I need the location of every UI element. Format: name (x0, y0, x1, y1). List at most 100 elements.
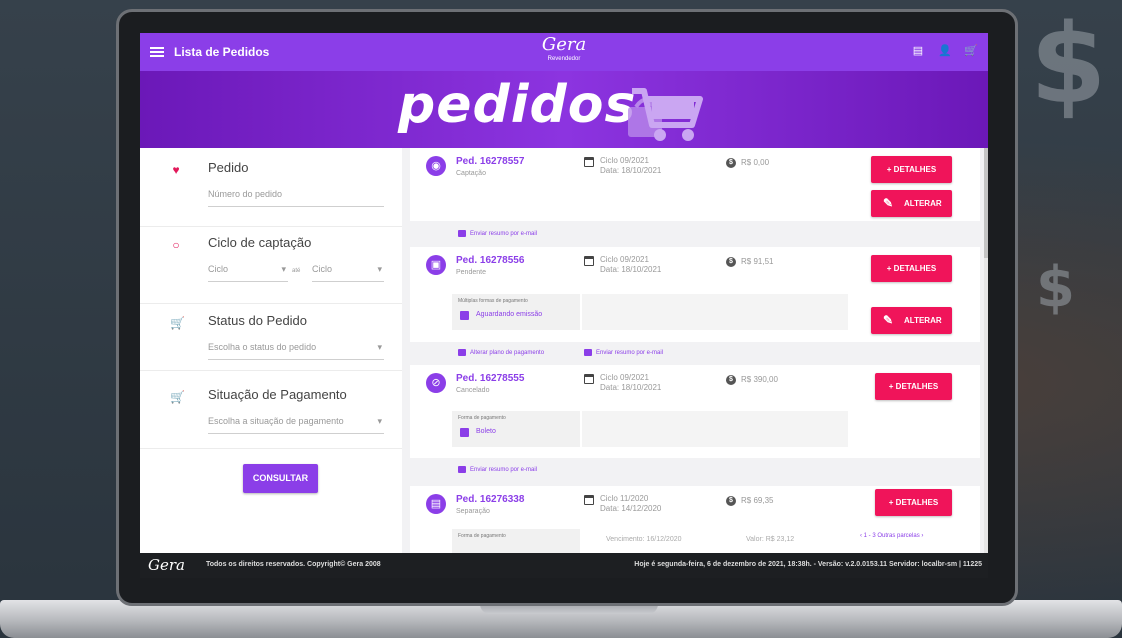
order-number-input[interactable]: Número do pedido (208, 189, 384, 207)
money-icon: $ (726, 158, 736, 168)
menu-icon[interactable] (150, 47, 164, 57)
scrollbar[interactable] (984, 148, 988, 553)
orders-list: ◉ Ped. 16278557 Captação Ciclo 09/2021 Da… (410, 148, 980, 553)
order-number[interactable]: Ped. 16278556 (456, 255, 524, 266)
basket-icon: ♥ (172, 163, 180, 177)
banner: pedidos (140, 71, 988, 148)
order-number[interactable]: Ped. 16276338 (456, 494, 524, 505)
money-icon: $ (726, 375, 736, 385)
divider (140, 226, 402, 227)
cart-icon[interactable]: 🛒 (964, 45, 978, 57)
order-status: Cancelado (456, 387, 490, 394)
calendar-icon (584, 157, 594, 167)
top-bar: Lista de Pedidos Gera Revendedor ▤ 👤 🛒 (140, 33, 988, 71)
pencil-icon: ✎ (883, 196, 894, 210)
app-logo[interactable]: Gera Revendedor (534, 35, 594, 63)
cart-icon (628, 88, 703, 141)
page-title: Lista de Pedidos (174, 45, 270, 59)
edit-button[interactable]: ✎ ALTERAR (871, 307, 952, 334)
chevron-down-icon: ▾ (281, 264, 286, 274)
order-number[interactable]: Ped. 16278557 (456, 156, 524, 167)
order-status: Captação (456, 170, 486, 177)
cart-off-icon: ⊘ (426, 373, 446, 393)
money-icon: $ (726, 496, 736, 506)
select-value: Escolha o status do pedido (208, 342, 317, 352)
email-icon (584, 349, 592, 356)
details-button[interactable]: + DETALHES (875, 489, 952, 516)
cycle-text: Ciclo 09/2021 (600, 156, 649, 165)
details-button[interactable]: + DETALHES (871, 156, 952, 183)
edit-button[interactable]: ✎ ALTERAR (871, 190, 952, 217)
cycle-from-select[interactable]: Ciclo ▾ (208, 264, 288, 282)
filter-label: Ciclo de captação (208, 235, 312, 250)
date-text: Data: 18/10/2021 (600, 265, 662, 274)
payment-title: Forma de pagamento (458, 533, 506, 539)
email-summary-link[interactable]: Enviar resumo por e-mail (584, 349, 663, 356)
email-summary-link[interactable]: Enviar resumo por e-mail (458, 466, 537, 473)
document-icon (460, 428, 469, 437)
chevron-down-icon: ▾ (377, 342, 382, 352)
payment-box: Forma de pagamento Boleto (452, 411, 580, 447)
button-label: ALTERAR (904, 316, 942, 325)
divider (140, 448, 402, 449)
payment-box: Múltiplas formas de pagamento Aguardando… (452, 294, 580, 330)
payment-title: Forma de pagamento (458, 415, 506, 421)
filter-label: Status do Pedido (208, 313, 308, 328)
order-status-select[interactable]: Escolha o status do pedido ▾ (208, 342, 384, 360)
installments-box (582, 294, 848, 330)
payment-value[interactable]: Aguardando emissão (476, 311, 542, 318)
filter-pagamento: 🛒 Situação de Pagamento Escolha a situaç… (140, 387, 402, 447)
list-icon[interactable]: ▤ (912, 45, 924, 57)
cycle-icon: ○ (172, 238, 180, 252)
calendar-icon (584, 495, 594, 505)
link-label: Enviar resumo por e-mail (470, 230, 538, 237)
payment-box: Forma de pagamento (452, 529, 580, 553)
order-value: R$ 390,00 (741, 375, 778, 384)
change-payment-link[interactable]: Alterar plano de pagamento (458, 349, 544, 356)
order-cycle: Ciclo 09/2021 Data: 18/10/2021 (600, 255, 661, 275)
footer-logo: Gera (148, 556, 185, 574)
logo-subtitle: Revendedor (547, 56, 581, 62)
payment-status-select[interactable]: Escolha a situação de pagamento ▾ (208, 416, 384, 434)
details-button[interactable]: + DETALHES (871, 255, 952, 282)
cart-icon: 🛒 (170, 316, 185, 330)
calendar-icon (584, 374, 594, 384)
payment-value[interactable]: Boleto (476, 428, 496, 435)
link-label: Enviar resumo por e-mail (596, 349, 664, 356)
scroll-thumb[interactable] (984, 148, 988, 258)
order-card: ◉ Ped. 16278557 Captação Ciclo 09/2021 Da… (410, 148, 980, 221)
order-value: R$ 91,51 (741, 257, 774, 266)
consultar-button[interactable]: CONSULTAR (243, 464, 318, 493)
user-icon[interactable]: 👤 (938, 45, 952, 57)
cycle-text: Ciclo 09/2021 (600, 373, 649, 382)
cycle-to-select[interactable]: Ciclo ▾ (312, 264, 384, 282)
order-number[interactable]: Ped. 16278555 (456, 373, 524, 384)
due-date: Vencimento: 16/12/2020 (606, 536, 682, 543)
installments-pager[interactable]: ‹ 1 - 3 Outras parcelas › (860, 533, 923, 539)
footer: Gera Todos os direitos reservados. Copyr… (140, 553, 988, 578)
date-text: Data: 14/12/2020 (600, 504, 662, 513)
cycle-text: Ciclo 11/2020 (600, 494, 649, 503)
select-value: Escolha a situação de pagamento (208, 416, 344, 426)
divider (140, 303, 402, 304)
app-screen: Lista de Pedidos Gera Revendedor ▤ 👤 🛒 p… (140, 33, 988, 578)
banner-title: pedidos (398, 75, 637, 135)
top-icons: ▤ 👤 🛒 (912, 45, 978, 57)
date-text: Data: 18/10/2021 (600, 166, 662, 175)
order-cycle: Ciclo 11/2020 Data: 14/12/2020 (600, 494, 661, 514)
link-label: Alterar plano de pagamento (470, 349, 545, 356)
date-text: Data: 18/10/2021 (600, 383, 662, 392)
email-summary-link[interactable]: Enviar resumo por e-mail (458, 230, 537, 237)
copyright-text: Todos os direitos reservados. Copyright©… (206, 561, 381, 568)
select-value: Ciclo (208, 264, 229, 274)
filter-label: Pedido (208, 160, 249, 175)
email-icon (458, 230, 466, 237)
pencil-icon: ✎ (883, 313, 894, 327)
order-value: R$ 69,35 (741, 496, 774, 505)
chevron-down-icon: ▾ (377, 416, 382, 426)
filter-label: Situação de Pagamento (208, 387, 347, 402)
details-button[interactable]: + DETALHES (875, 373, 952, 400)
payment-title: Múltiplas formas de pagamento (458, 298, 528, 304)
dollar-icon: $ (1036, 255, 1075, 320)
logo-text: Gera (541, 34, 587, 55)
